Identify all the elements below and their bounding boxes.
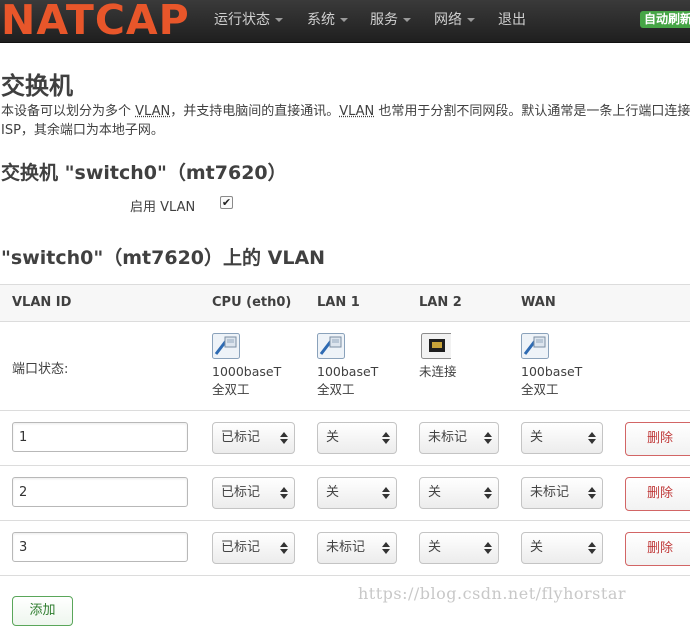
select-arrows-icon	[588, 432, 596, 444]
wan-tag-select[interactable]: 关	[521, 422, 603, 454]
port-duplex: 全双工	[317, 382, 355, 397]
select-arrows-icon	[280, 432, 288, 444]
lan2-tag-select[interactable]: 关	[419, 532, 499, 564]
select-value: 未标记	[530, 485, 570, 500]
port-speed: 未连接	[419, 364, 457, 379]
port-status-row: 端口状态: 1000baseT 全双工 100baseT 全双工 未连接 100…	[0, 322, 690, 411]
select-arrows-icon	[280, 487, 288, 499]
vlan-table: VLAN ID CPU (eth0) LAN 1 LAN 2 WAN 端口状态:…	[0, 284, 690, 576]
select-value: 已标记	[221, 430, 261, 445]
select-value: 关	[530, 430, 544, 445]
select-arrows-icon	[382, 487, 390, 499]
lan2-tag-select[interactable]: 未标记	[419, 422, 499, 454]
select-arrows-icon	[484, 432, 492, 444]
select-value: 关	[326, 430, 340, 445]
nav-services-label: 服务	[370, 12, 398, 28]
select-value: 已标记	[221, 540, 261, 555]
port-speed: 100baseT	[521, 364, 583, 379]
cpu-tag-select[interactable]: 已标记	[212, 477, 295, 509]
add-vlan-button[interactable]: 添加	[12, 596, 73, 626]
nav-system-label: 系统	[307, 12, 335, 28]
nav-status[interactable]: 运行状态	[214, 0, 283, 42]
nav-network[interactable]: 网络	[434, 0, 475, 42]
ethernet-port-connected-icon	[317, 333, 345, 359]
select-value: 未标记	[428, 430, 468, 445]
ethernet-port-connected-icon	[521, 333, 549, 359]
desc-part-2: ，并支持电脑间的直接通讯。	[170, 104, 340, 119]
page-title: 交换机	[1, 72, 73, 100]
port-duplex: 全双工	[521, 382, 559, 397]
column-header-vlan-id: VLAN ID	[12, 295, 72, 310]
enable-vlan-checkbox[interactable]: ✔	[220, 196, 233, 209]
enable-vlan-label: 启用 VLAN	[130, 200, 196, 215]
auto-refresh-badge[interactable]: 自动刷新	[640, 11, 690, 28]
ethernet-port-disconnected-icon	[421, 333, 451, 359]
wan-tag-select[interactable]: 未标记	[521, 477, 603, 509]
select-value: 未标记	[326, 540, 366, 555]
vlan-id-input[interactable]: 2	[12, 477, 188, 507]
select-arrows-icon	[484, 542, 492, 554]
select-arrows-icon	[280, 542, 288, 554]
nav-status-label: 运行状态	[214, 12, 270, 28]
cpu-tag-select[interactable]: 已标记	[212, 422, 295, 454]
lan1-tag-select[interactable]: 关	[317, 422, 397, 454]
nav-network-label: 网络	[434, 12, 462, 28]
top-navbar: NATCAP 运行状态 系统 服务 网络 退出 自动刷新	[0, 0, 690, 44]
column-header-cpu: CPU (eth0)	[212, 295, 292, 310]
port-status-wan: 100baseT 全双工	[521, 333, 582, 399]
vlan-row: 3 已标记 未标记 关 关 删除	[0, 521, 690, 576]
select-value: 关	[428, 540, 442, 555]
port-speed: 1000baseT	[212, 364, 282, 379]
port-status-lan2: 未连接	[419, 333, 457, 381]
select-value: 关	[530, 540, 544, 555]
select-arrows-icon	[382, 542, 390, 554]
nav-logout-label: 退出	[498, 12, 526, 28]
select-arrows-icon	[588, 542, 596, 554]
caret-down-icon	[403, 18, 411, 22]
desc-vlan-abbr-1: VLAN	[135, 104, 171, 119]
table-header-row: VLAN ID CPU (eth0) LAN 1 LAN 2 WAN	[0, 285, 690, 322]
column-header-lan1: LAN 1	[317, 295, 360, 310]
ethernet-port-connected-icon	[212, 333, 240, 359]
nav-services[interactable]: 服务	[370, 0, 411, 42]
port-duplex: 全双工	[212, 382, 250, 397]
brand-logo[interactable]: NATCAP	[1, 0, 190, 44]
cpu-tag-select[interactable]: 已标记	[212, 532, 295, 564]
delete-button[interactable]: 删除	[625, 532, 690, 566]
column-header-lan2: LAN 2	[419, 295, 462, 310]
select-value: 关	[326, 485, 340, 500]
caret-down-icon	[467, 18, 475, 22]
delete-button[interactable]: 删除	[625, 477, 690, 511]
lan1-tag-select[interactable]: 未标记	[317, 532, 397, 564]
select-value: 已标记	[221, 485, 261, 500]
desc-vlan-abbr-2: VLAN	[339, 104, 375, 119]
delete-button[interactable]: 删除	[625, 422, 690, 456]
lan2-tag-select[interactable]: 关	[419, 477, 499, 509]
select-value: 关	[428, 485, 442, 500]
page-description: 本设备可以划分为多个 VLAN，并支持电脑间的直接通讯。VLAN 也常用于分割不…	[1, 102, 690, 140]
port-status-label: 端口状态:	[12, 362, 69, 377]
port-status-lan1: 100baseT 全双工	[317, 333, 378, 399]
column-header-wan: WAN	[521, 295, 556, 310]
switch-heading: 交换机 "switch0"（mt7620）	[1, 162, 287, 184]
select-arrows-icon	[382, 432, 390, 444]
caret-down-icon	[340, 18, 348, 22]
wan-tag-select[interactable]: 关	[521, 532, 603, 564]
vlan-id-input[interactable]: 1	[12, 422, 188, 452]
watermark-text: https://blog.csdn.net/flyhorstar	[358, 584, 626, 603]
port-speed: 100baseT	[317, 364, 379, 379]
nav-logout[interactable]: 退出	[498, 0, 526, 42]
vlan-row: 1 已标记 关 未标记 关 删除	[0, 411, 690, 466]
port-status-cpu: 1000baseT 全双工	[212, 333, 281, 399]
select-arrows-icon	[588, 487, 596, 499]
vlan-row: 2 已标记 关 关 未标记 删除	[0, 466, 690, 521]
vlan-id-input[interactable]: 3	[12, 532, 188, 562]
desc-part-1: 本设备可以划分为多个	[1, 104, 136, 119]
caret-down-icon	[275, 18, 283, 22]
nav-system[interactable]: 系统	[307, 0, 348, 42]
lan1-tag-select[interactable]: 关	[317, 477, 397, 509]
select-arrows-icon	[484, 487, 492, 499]
vlan-section-heading: "switch0"（mt7620）上的 VLAN	[1, 247, 326, 269]
